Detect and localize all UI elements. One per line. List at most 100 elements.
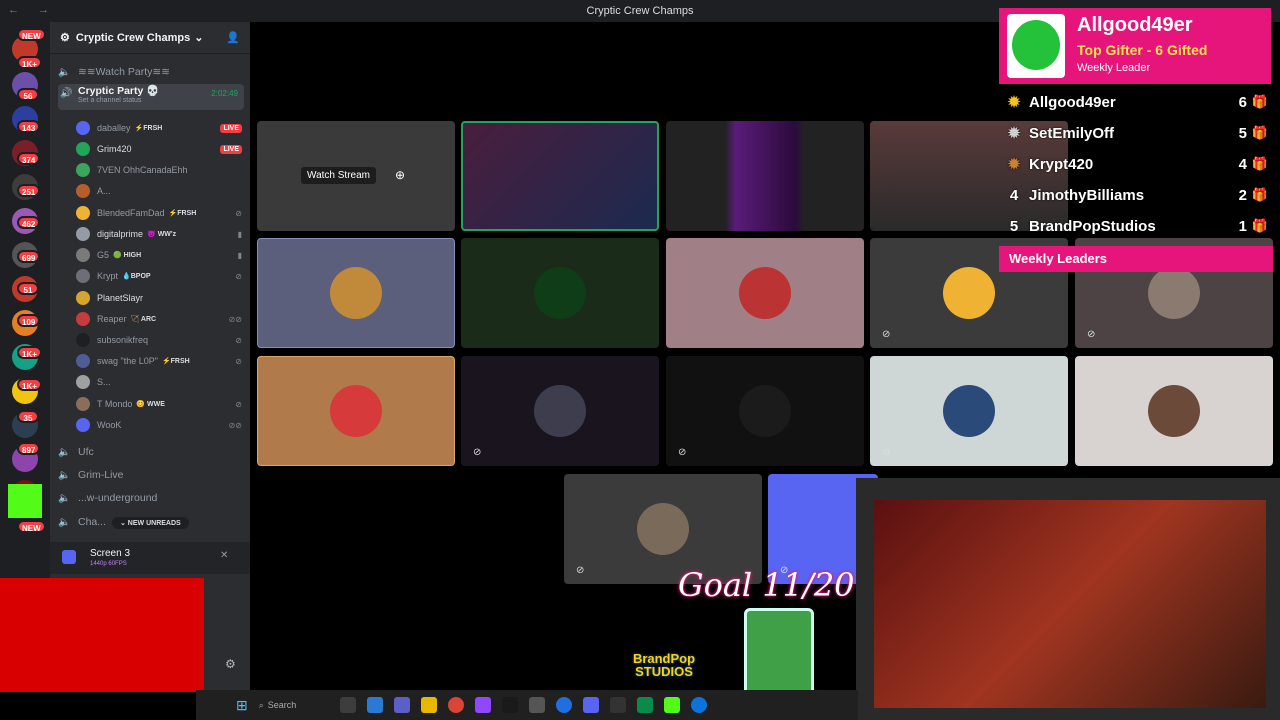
unread-badge: 374 <box>17 152 41 165</box>
count: 1 <box>1238 217 1247 235</box>
close-icon[interactable]: ✕ <box>220 550 228 561</box>
voice-user[interactable]: Krypt 💧BPOP ⊘ <box>76 266 242 286</box>
channel-label: ...w-underground <box>78 492 158 504</box>
app-icon[interactable] <box>366 697 383 713</box>
teams-icon[interactable] <box>393 697 410 713</box>
stream-tile[interactable]: Watch Stream ⊕ <box>257 121 455 231</box>
voice-channel[interactable]: 🔈 Ufc <box>58 442 244 462</box>
user-tag: 😈 WW'z <box>147 231 177 238</box>
avatar <box>637 503 689 555</box>
taskbar-search[interactable]: ⌕ Search <box>259 700 329 711</box>
voice-user[interactable]: T Mondo 😊 WWE ⊘ <box>76 394 242 414</box>
channel-status[interactable]: Set a channel status <box>78 97 141 104</box>
voice-user[interactable]: PlanetSlayr <box>76 288 242 308</box>
voice-channel[interactable]: 🔈 ...w-underground <box>58 488 244 508</box>
avatar <box>76 397 90 411</box>
avatar <box>739 385 791 437</box>
muted-icon: ⊘ <box>576 565 585 576</box>
avatar <box>76 163 90 177</box>
speaker-icon: 🔈 <box>58 469 71 481</box>
guild-header[interactable]: ⚙ Cryptic Crew Champs ⌄ 👤 <box>50 22 250 54</box>
voice-user[interactable]: Reaper 🏹 ARC ⊘⊘ <box>76 309 242 329</box>
voice-user[interactable]: S... <box>76 372 242 392</box>
voice-user[interactable]: G5 🟢 HIGH ▮ <box>76 245 242 265</box>
user-tag: 😊 WWE <box>136 401 165 408</box>
leaderboard-row: ✹ Allgood49er 6 🎁 <box>999 87 1273 117</box>
voice-user[interactable]: Grim420 LIVE <box>76 139 242 159</box>
gear-icon[interactable]: ⚙ <box>225 657 236 671</box>
speaker-icon: 🔊 <box>60 88 73 99</box>
user-tile[interactable] <box>666 238 864 348</box>
popout-icon[interactable]: ⊕ <box>395 168 405 182</box>
user-tile[interactable] <box>257 238 455 348</box>
twitch-icon[interactable] <box>474 697 491 713</box>
nav-arrows[interactable]: ← → <box>8 4 57 16</box>
voice-user[interactable]: daballey ⚡FRSH LIVE <box>76 118 242 138</box>
speaker-icon: 🔈 <box>58 492 71 504</box>
avatar <box>76 291 90 305</box>
watch-stream-button[interactable]: Watch Stream <box>301 167 376 184</box>
app-icon[interactable] <box>501 697 518 713</box>
muted-icon: ⊘ <box>1087 329 1096 340</box>
leaderboard-row: 5 BrandPopStudios 1 🎁 <box>999 211 1273 241</box>
user-name: subsonikfreq <box>97 335 149 345</box>
user-name: A... <box>97 186 111 196</box>
add-member-icon[interactable]: 👤 <box>226 31 240 44</box>
voice-user[interactable]: digitalprime 😈 WW'z ▮ <box>76 224 242 244</box>
explorer-icon[interactable] <box>420 697 437 713</box>
muted-icon: ⊘ <box>235 356 242 366</box>
app-icon[interactable] <box>636 697 653 713</box>
windows-start-icon[interactable]: ⊞ <box>236 697 248 714</box>
name: Krypt420 <box>1029 155 1094 173</box>
discord-icon[interactable] <box>582 697 599 713</box>
voice-user[interactable]: swag "the L0P" ⚡FRSH ⊘ <box>76 351 242 371</box>
windows-taskbar: ⊞ ⌕ Search <box>196 690 858 720</box>
kick-icon[interactable] <box>663 697 680 713</box>
chrome-icon[interactable] <box>447 697 464 713</box>
voice-user[interactable]: WooK ⊘⊘ <box>76 415 242 435</box>
video-tile[interactable] <box>666 121 864 231</box>
active-voice-channel[interactable]: 🔊 Cryptic Party 💀 Set a channel status 2… <box>58 84 244 110</box>
avatar <box>76 312 90 326</box>
name: JimothyBilliams <box>1029 186 1145 204</box>
muted-icon: ⊘⊘ <box>228 314 242 324</box>
muted-icon: ⊘ <box>235 399 242 409</box>
avatar <box>739 267 791 319</box>
voice-channel[interactable]: 🔈 Grim-Live <box>58 465 244 485</box>
user-tile[interactable] <box>257 356 455 466</box>
avatar <box>943 385 995 437</box>
voice-channel[interactable]: 🔈 ≋≋Watch Party≋≋ <box>58 62 244 82</box>
avatar <box>330 385 382 437</box>
unread-badge: 35 <box>17 410 39 423</box>
user-tag: ⚡FRSH <box>161 358 190 365</box>
screen-share-title: Screen 3 <box>90 548 131 559</box>
voice-user[interactable]: A... <box>76 181 242 201</box>
user-tile[interactable]: ⊘ <box>666 356 864 466</box>
new-unreads-pill[interactable]: ⌄ NEW UNREADS <box>112 517 189 529</box>
user-tile[interactable]: ⊘ <box>870 356 1068 466</box>
video-tile-speaking[interactable] <box>461 121 659 231</box>
muted-icon: ⊘⊘ <box>228 420 242 430</box>
task-view-icon[interactable] <box>339 697 356 713</box>
app-icon[interactable] <box>609 697 626 713</box>
user-tile[interactable]: ⊘ <box>461 356 659 466</box>
gift-icon: 🎁 <box>1251 156 1269 171</box>
top-gifter-card: Allgood49er Top Gifter - 6 Gifted Weekly… <box>999 8 1271 84</box>
edge-icon[interactable] <box>690 697 707 713</box>
user-tile[interactable] <box>461 238 659 348</box>
voice-user[interactable]: 7VEN OhhCanadaEhh <box>76 160 242 180</box>
unread-badge: NEW <box>17 28 46 41</box>
unread-badge: 462 <box>17 216 41 229</box>
avatar <box>76 354 90 368</box>
app-icon[interactable] <box>528 697 545 713</box>
voice-user[interactable]: subsonikfreq ⊘ <box>76 330 242 350</box>
avatar <box>1007 14 1065 78</box>
voice-user[interactable]: BlendedFamDad ⚡FRSH ⊘ <box>76 203 242 223</box>
app-icon[interactable] <box>555 697 572 713</box>
user-tile[interactable] <box>1075 356 1273 466</box>
avatar <box>534 267 586 319</box>
user-name: 7VEN OhhCanadaEhh <box>97 165 188 175</box>
live-badge: LIVE <box>220 144 242 154</box>
goal-mug <box>744 608 814 698</box>
avatar <box>76 227 90 241</box>
